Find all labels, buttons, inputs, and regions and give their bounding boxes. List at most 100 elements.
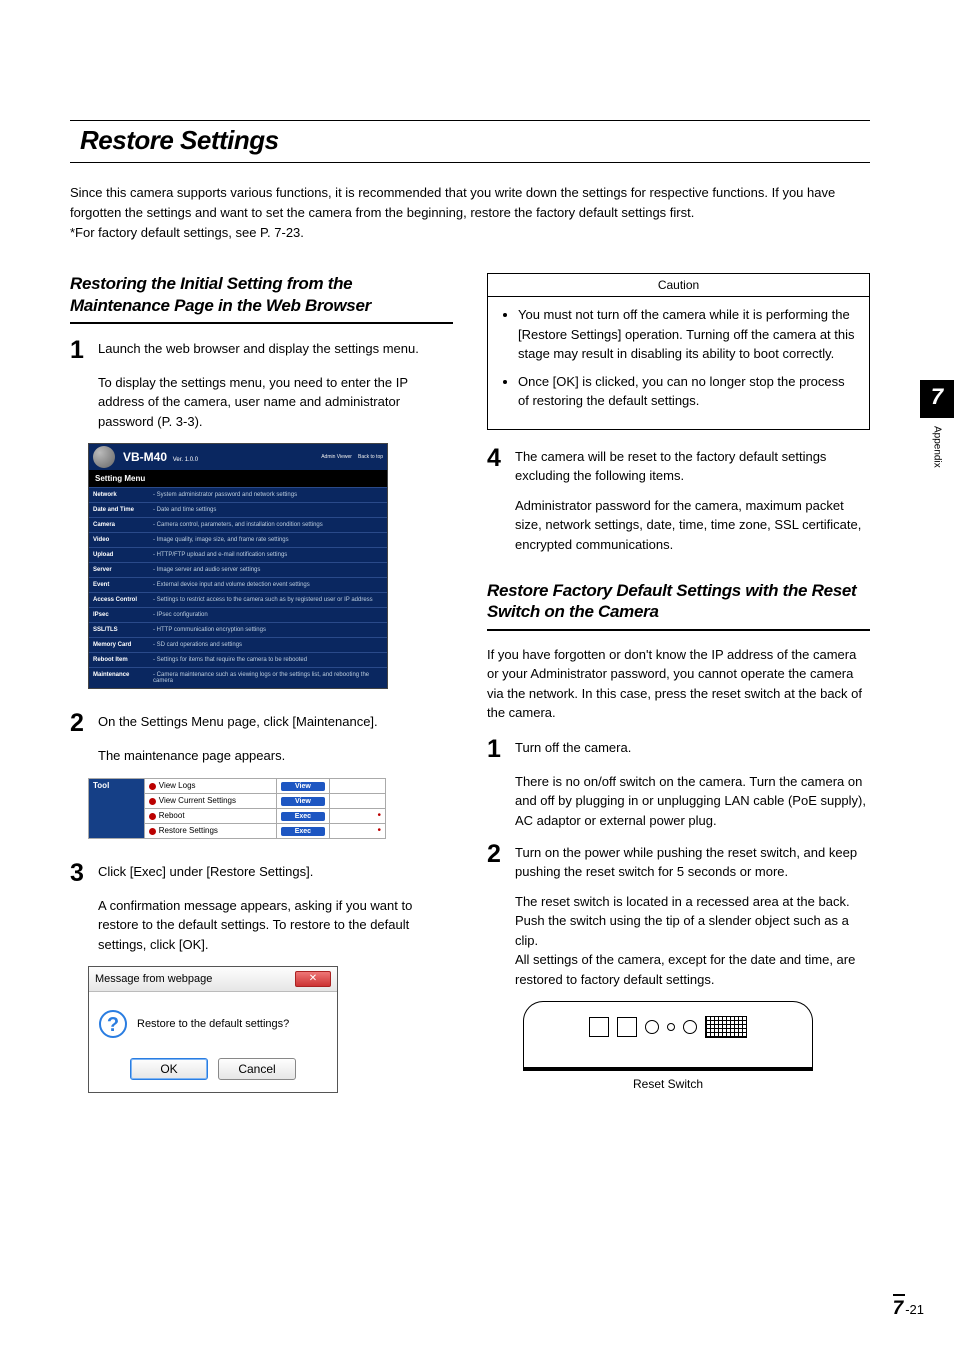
settings-menu-title: Setting Menu (89, 470, 387, 487)
caution-title: Caution (488, 274, 869, 297)
bullet-icon (149, 783, 156, 790)
caution-body: You must not turn off the camera while i… (488, 297, 869, 429)
warning-dot-icon: • (377, 810, 381, 821)
tool-flag-cell: • (330, 808, 386, 823)
jack-icon (645, 1020, 659, 1034)
tool-flag-cell (330, 778, 386, 793)
tool-button: View (281, 782, 325, 791)
tool-name-cell: View Logs (144, 778, 276, 793)
tool-name-cell: Reboot (144, 808, 276, 823)
menu-row-desc: Image server and audio server settings (149, 563, 387, 577)
dialog-body: ? Restore to the default settings? (89, 992, 337, 1050)
tool-name-cell: View Current Settings (144, 793, 276, 808)
header-links: Admin Viewer Back to top (321, 454, 383, 460)
tool-button-cell: View (276, 778, 330, 793)
settings-menu-row: MaintenanceCamera maintenance such as vi… (89, 667, 387, 688)
port-icon (589, 1017, 609, 1037)
dialog-message: Restore to the default settings? (137, 1018, 289, 1030)
bullet-icon (149, 813, 156, 820)
menu-row-desc: Image quality, image size, and frame rat… (149, 533, 387, 547)
page-title: Restore Settings (80, 125, 860, 156)
settings-menu-row: EventExternal device input and volume de… (89, 577, 387, 592)
caution-box: Caution You must not turn off the camera… (487, 273, 870, 430)
step-text: Launch the web browser and display the s… (98, 338, 453, 359)
question-icon: ? (99, 1010, 127, 1038)
menu-row-desc: System administrator password and networ… (149, 488, 387, 502)
vent-grid-icon (705, 1016, 747, 1038)
page-content: Restore Settings Since this camera suppo… (70, 120, 870, 1093)
section-title-bar: Restore Settings (70, 120, 870, 163)
camera-back-diagram (523, 1001, 813, 1071)
menu-row-label: Date and Time (89, 503, 149, 517)
right-subheading: Restore Factory Default Settings with th… (487, 580, 870, 631)
page-chapter: 7 (893, 1294, 906, 1319)
menu-row-label: Camera (89, 518, 149, 532)
menu-row-desc: Date and time settings (149, 503, 387, 517)
step-number: 2 (487, 842, 515, 867)
reset-step-2-sub: The reset switch is located in a recesse… (515, 892, 870, 990)
reset-step-2: 2 Turn on the power while pushing the re… (487, 842, 870, 882)
menu-row-desc: Settings for items that require the came… (149, 653, 387, 667)
caution-item: You must not turn off the camera while i… (518, 305, 855, 364)
reset-step-1: 1 Turn off the camera. (487, 737, 870, 762)
camera-version: Ver. 1.0.0 (173, 457, 198, 463)
step-3: 3 Click [Exec] under [Restore Settings]. (70, 861, 453, 886)
tool-table-screenshot: ToolView Logs View View Current Settings Vi… (88, 778, 386, 839)
tool-button: Exec (281, 827, 325, 836)
right-intro: If you have forgotten or don't know the … (487, 645, 870, 723)
page-number: 7-21 (893, 1298, 924, 1320)
port-icon (617, 1017, 637, 1037)
step-text: The camera will be reset to the factory … (515, 446, 870, 486)
step-number: 2 (70, 711, 98, 736)
settings-menu-row: VideoImage quality, image size, and fram… (89, 532, 387, 547)
step-text: Turn off the camera. (515, 737, 870, 758)
step-number: 1 (487, 737, 515, 762)
tool-flag-cell: • (330, 823, 386, 838)
step-number: 4 (487, 446, 515, 471)
step-number: 3 (70, 861, 98, 886)
step-2-sub: The maintenance page appears. (98, 746, 453, 766)
menu-row-desc: External device input and volume detecti… (149, 578, 387, 592)
settings-menu-row: CameraCamera control, parameters, and in… (89, 517, 387, 532)
intro-text: Since this camera supports various funct… (70, 183, 870, 243)
step-text: Click [Exec] under [Restore Settings]. (98, 861, 453, 882)
dialog-title-text: Message from webpage (95, 973, 212, 985)
tool-button: Exec (281, 812, 325, 821)
step-text: On the Settings Menu page, click [Mainte… (98, 711, 453, 732)
back-to-top-link: Back to top (358, 454, 383, 460)
step-number: 1 (70, 338, 98, 363)
menu-row-desc: IPsec configuration (149, 608, 387, 622)
left-subheading: Restoring the Initial Setting from the M… (70, 273, 453, 324)
admin-viewer-link: Admin Viewer (321, 454, 352, 460)
chapter-label: Appendix (932, 426, 943, 468)
menu-row-label: Reboot Item (89, 653, 149, 667)
chapter-number-badge: 7 (920, 380, 954, 418)
tool-section-label: Tool (89, 778, 145, 838)
step-4-sub: Administrator password for the camera, m… (515, 496, 870, 555)
menu-row-desc: SD card operations and settings (149, 638, 387, 652)
warning-dot-icon: • (377, 825, 381, 836)
settings-menu-row: Reboot ItemSettings for items that requi… (89, 652, 387, 667)
menu-row-desc: Settings to restrict access to the camer… (149, 593, 387, 607)
step-4: 4 The camera will be reset to the factor… (487, 446, 870, 486)
tool-button: View (281, 797, 325, 806)
menu-row-label: Maintenance (89, 668, 149, 688)
menu-row-label: Access Control (89, 593, 149, 607)
menu-row-label: Video (89, 533, 149, 547)
reset-step-1-sub: There is no on/off switch on the camera.… (515, 772, 870, 831)
tool-button-cell: Exec (276, 808, 330, 823)
menu-row-desc: Camera control, parameters, and installa… (149, 518, 387, 532)
settings-menu-row: ServerImage server and audio server sett… (89, 562, 387, 577)
page-suffix: -21 (905, 1302, 924, 1317)
tool-row: ToolView LogsView (89, 778, 386, 793)
jack-icon (683, 1020, 697, 1034)
camera-model: VB-M40 (123, 450, 167, 464)
cancel-button: Cancel (218, 1058, 296, 1080)
menu-row-label: Server (89, 563, 149, 577)
bullet-icon (149, 828, 156, 835)
step-1-sub: To display the settings menu, you need t… (98, 373, 453, 432)
bullet-icon (149, 798, 156, 805)
camera-logo-icon (93, 446, 115, 468)
settings-menu-row: Date and TimeDate and time settings (89, 502, 387, 517)
dialog-buttons: OK Cancel (89, 1050, 337, 1092)
